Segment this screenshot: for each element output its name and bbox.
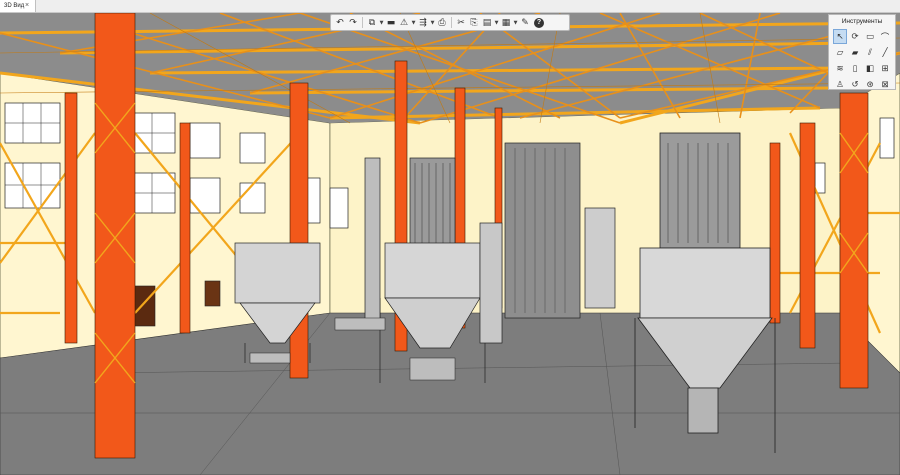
tab-label: 3D Вид	[4, 3, 25, 9]
export-icon[interactable]: ⇶	[417, 16, 429, 29]
copy-icon[interactable]: ⎘	[468, 16, 480, 29]
factory-3d-scene	[0, 13, 900, 475]
arc-tool-icon[interactable]: ⌒	[878, 29, 892, 44]
warning-icon[interactable]: ⚠	[398, 16, 410, 29]
slab-tool-icon[interactable]: ▱	[833, 45, 847, 60]
chevron-down-icon[interactable]: ▼	[513, 20, 518, 26]
window-tool-icon[interactable]: ⊞	[878, 61, 892, 76]
select-tool-icon[interactable]: ↖	[833, 29, 847, 44]
column-tool-icon[interactable]: ▯	[848, 61, 862, 76]
rectangle-tool-icon[interactable]: ▭	[863, 29, 877, 44]
line-tool-icon[interactable]: ╱	[878, 45, 892, 60]
chevron-down-icon[interactable]: ▼	[379, 20, 384, 26]
chevron-down-icon[interactable]: ▼	[430, 20, 435, 26]
redo-icon[interactable]: ↷	[347, 16, 359, 29]
tools-panel: Инструменты ↖ ⟳ ▭ ⌒ ▱ ▰ ⫽ ╱ ≋ ▯ ◧ ⊞ ♙ ↺ …	[828, 14, 896, 90]
layers-icon[interactable]: ▦	[500, 16, 512, 29]
help-icon[interactable]: ?	[534, 17, 544, 28]
tag-tool-icon[interactable]: ⊛	[863, 77, 877, 92]
tools-panel-title: Инструменты	[841, 18, 883, 25]
print-icon[interactable]: ⎙	[436, 16, 448, 29]
beam-tool-icon[interactable]: ⫽	[863, 45, 877, 60]
toolbar-divider	[362, 17, 363, 28]
chevron-down-icon[interactable]: ▼	[411, 20, 416, 26]
pipe-tool-icon[interactable]: ↺	[848, 77, 862, 92]
paste-icon[interactable]: ▤	[481, 16, 493, 29]
undo-icon[interactable]: ↶	[334, 16, 346, 29]
door-tool-icon[interactable]: ◧	[863, 61, 877, 76]
stair-tool-icon[interactable]: ≋	[833, 61, 847, 76]
tab-bar: 3D Вид ×	[0, 0, 900, 13]
pump-tool-icon[interactable]: ♙	[833, 77, 847, 92]
folder-icon[interactable]: ▬	[385, 16, 397, 29]
fitting-tool-icon[interactable]: ⊠	[878, 77, 892, 92]
wrench-icon[interactable]: ✎	[519, 16, 531, 29]
tab-close-icon[interactable]: ×	[25, 0, 29, 12]
view-toolbar: ↶ ↷ ⧉ ▼ ▬ ⚠ ▼ ⇶ ▼ ⎙ ✂ ⎘ ▤ ▼ ▦ ▼ ✎ ?	[330, 14, 570, 31]
3d-viewport[interactable]	[0, 13, 900, 475]
chevron-down-icon[interactable]: ▼	[494, 20, 499, 26]
copy-view-icon[interactable]: ⧉	[366, 16, 378, 29]
rotate-tool-icon[interactable]: ⟳	[848, 29, 862, 44]
wall-tool-icon[interactable]: ▰	[848, 45, 862, 60]
toolbar-divider	[451, 17, 452, 28]
tab-3d-view[interactable]: 3D Вид ×	[0, 0, 36, 12]
cut-icon[interactable]: ✂	[455, 16, 467, 29]
tools-grid: ↖ ⟳ ▭ ⌒ ▱ ▰ ⫽ ╱ ≋ ▯ ◧ ⊞ ♙ ↺ ⊛ ⊠	[833, 29, 895, 92]
